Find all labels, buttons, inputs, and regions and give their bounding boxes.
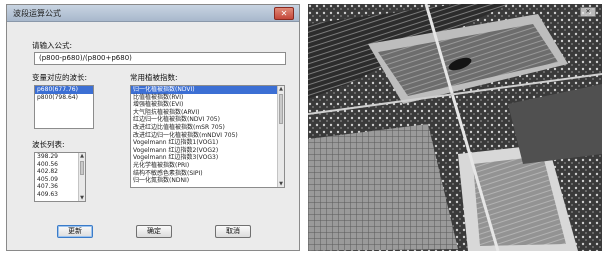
aerial-greyscale-image	[308, 4, 602, 251]
indices-listbox[interactable]: 归一化植被指数(NDVI) 比值植被指数(RVI) 增强植被指数(EVI) 大气阻抗植…	[130, 85, 285, 188]
cancel-button[interactable]: 取消	[215, 225, 251, 238]
wavelengths-scrollbar[interactable]: ▲ ▼	[78, 153, 85, 201]
dialog-title: 波段运算公式	[13, 9, 61, 18]
band-math-dialog: 波段运算公式 ✕ 请输入公式: (p800-p680)/(p800+p680) …	[6, 4, 300, 251]
scroll-down-icon[interactable]: ▼	[278, 181, 284, 187]
image-close-icon[interactable]: ✕	[580, 7, 596, 17]
scroll-up-icon[interactable]: ▲	[278, 86, 284, 92]
indices-label: 常用植被指数:	[130, 73, 178, 82]
vegetation-index-item[interactable]: 归一化植被指数(NDVI)	[131, 86, 284, 94]
aerial-image-panel: ✕	[308, 4, 602, 251]
variables-label: 变量对应的波长:	[32, 73, 88, 82]
wavelengths-listbox[interactable]: 398.29 400.56 402.82 405.09 407.36 409.63 ▲ ▼	[34, 152, 86, 202]
vegetation-index-item[interactable]: Vogelmann 红边指数3(VOG3)	[131, 154, 284, 162]
indices-scrollbar[interactable]: ▲ ▼	[277, 86, 284, 187]
close-button[interactable]: ✕	[274, 7, 294, 20]
formula-label: 请输入公式:	[32, 41, 73, 50]
ok-button[interactable]: 确定	[136, 225, 172, 238]
dialog-titlebar[interactable]: 波段运算公式 ✕	[7, 5, 299, 22]
wavelengths-label: 波长列表:	[32, 140, 65, 149]
scroll-down-icon[interactable]: ▼	[79, 195, 85, 201]
variable-item[interactable]: p800(798.64)	[35, 94, 93, 102]
vegetation-index-item[interactable]: 改进红边比值植被指数(mSR 705)	[131, 124, 284, 132]
scroll-up-icon[interactable]: ▲	[79, 153, 85, 159]
variable-item[interactable]: p680(677.76)	[35, 86, 93, 94]
formula-input[interactable]: (p800-p680)/(p800+p680)	[34, 52, 286, 65]
update-button[interactable]: 更新	[57, 225, 93, 238]
variables-listbox[interactable]: p680(677.76) p800(798.64)	[34, 85, 94, 129]
scroll-thumb[interactable]	[80, 161, 84, 175]
vegetation-index-item[interactable]: 红边归一化植被指数(NDVI 705)	[131, 116, 284, 124]
vegetation-index-item[interactable]: 结构不敏感色素指数(SIPI)	[131, 170, 284, 178]
scroll-thumb[interactable]	[279, 94, 283, 124]
vegetation-index-item[interactable]: 归一化氮指数(NDNI)	[131, 177, 284, 185]
vegetation-index-item[interactable]: 增强植被指数(EVI)	[131, 101, 284, 109]
vegetation-index-item[interactable]: Vogelmann 红边指数1(VOG1)	[131, 139, 284, 147]
vegetation-index-item[interactable]: 光化学植被指数(PRI)	[131, 162, 284, 170]
